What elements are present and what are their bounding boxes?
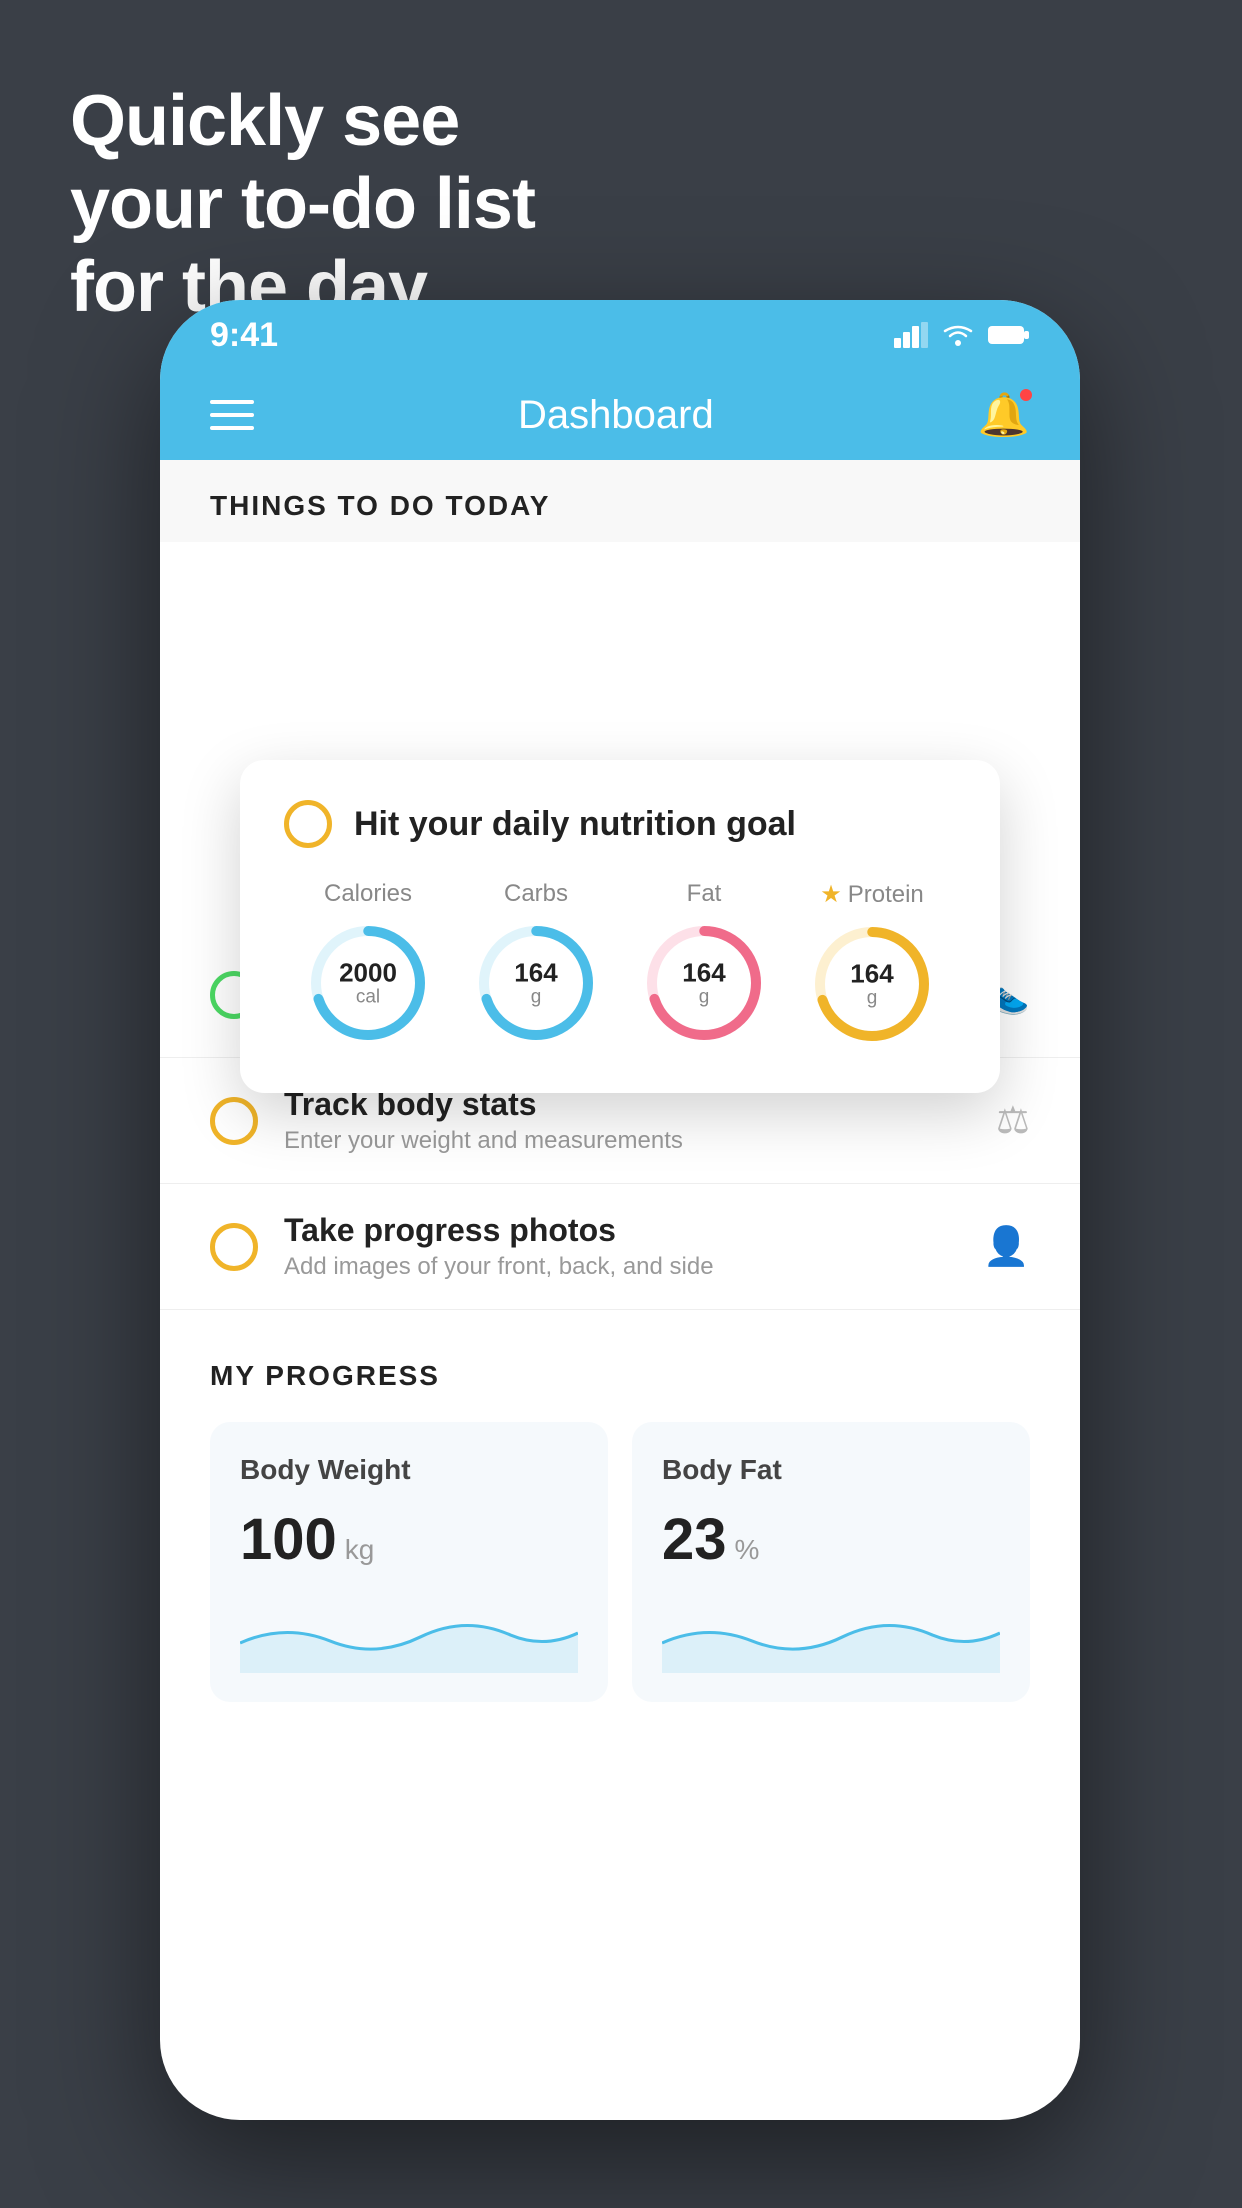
progress-card[interactable]: Body Fat 23% — [632, 1422, 1030, 1702]
progress-num: 23 — [662, 1506, 727, 1573]
progress-cards: Body Weight 100kg Body Fat 23% — [210, 1422, 1030, 1702]
nutrition-radio[interactable] — [284, 800, 332, 848]
hero-text: Quickly see your to-do list for the day. — [70, 80, 535, 328]
things-title: THINGS TO DO TODAY — [210, 490, 1030, 522]
signal-icon — [894, 322, 928, 348]
nav-bar: Dashboard 🔔 — [160, 370, 1080, 460]
status-bar: 9:41 — [160, 300, 1080, 370]
progress-unit: % — [735, 1534, 760, 1566]
battery-icon — [988, 324, 1030, 346]
phone-shell: 9:41 D — [160, 300, 1080, 2120]
progress-card-title: Body Fat — [662, 1454, 1000, 1486]
progress-card[interactable]: Body Weight 100kg — [210, 1422, 608, 1702]
progress-section: MY PROGRESS Body Weight 100kg Body Fat 23% — [160, 1310, 1080, 1702]
progress-title: MY PROGRESS — [210, 1360, 1030, 1392]
notification-dot — [1018, 387, 1034, 403]
wifi-icon — [942, 323, 974, 347]
progress-num: 100 — [240, 1506, 337, 1573]
nav-title: Dashboard — [518, 393, 714, 438]
status-icons — [894, 322, 1030, 348]
nutrition-circles: Calories2000cal Carbs164g Fat164g ★Protein1… — [284, 880, 956, 1049]
todo-item-icon: 👤 — [983, 1225, 1030, 1269]
wave-chart — [240, 1593, 578, 1673]
todo-item[interactable]: Take progress photosAdd images of your f… — [160, 1184, 1080, 1310]
nutrition-card: Hit your daily nutrition goal Calories20… — [240, 760, 1000, 1093]
menu-button[interactable] — [210, 400, 254, 430]
progress-unit: kg — [345, 1534, 375, 1566]
todo-radio[interactable] — [210, 1097, 258, 1145]
nutrition-card-header: Hit your daily nutrition goal — [284, 800, 956, 848]
nutrition-card-title: Hit your daily nutrition goal — [354, 805, 796, 844]
nutrition-item-fat: Fat164g — [639, 880, 769, 1048]
status-time: 9:41 — [210, 316, 278, 355]
todo-radio[interactable] — [210, 1223, 258, 1271]
things-section-header: THINGS TO DO TODAY — [160, 460, 1080, 542]
nutrition-item-protein: ★Protein164g — [807, 880, 937, 1049]
todo-item-icon: ⚖ — [996, 1098, 1030, 1143]
wave-chart — [662, 1593, 1000, 1673]
progress-card-title: Body Weight — [240, 1454, 578, 1486]
todo-text: Take progress photosAdd images of your f… — [284, 1212, 957, 1281]
hero-line1: Quickly see — [70, 80, 535, 163]
nutrition-item-calories: Calories2000cal — [303, 880, 433, 1048]
hero-line2: your to-do list — [70, 163, 535, 246]
bell-button[interactable]: 🔔 — [978, 391, 1030, 440]
todo-text: Track body statsEnter your weight and me… — [284, 1086, 970, 1155]
nutrition-item-carbs: Carbs164g — [471, 880, 601, 1048]
